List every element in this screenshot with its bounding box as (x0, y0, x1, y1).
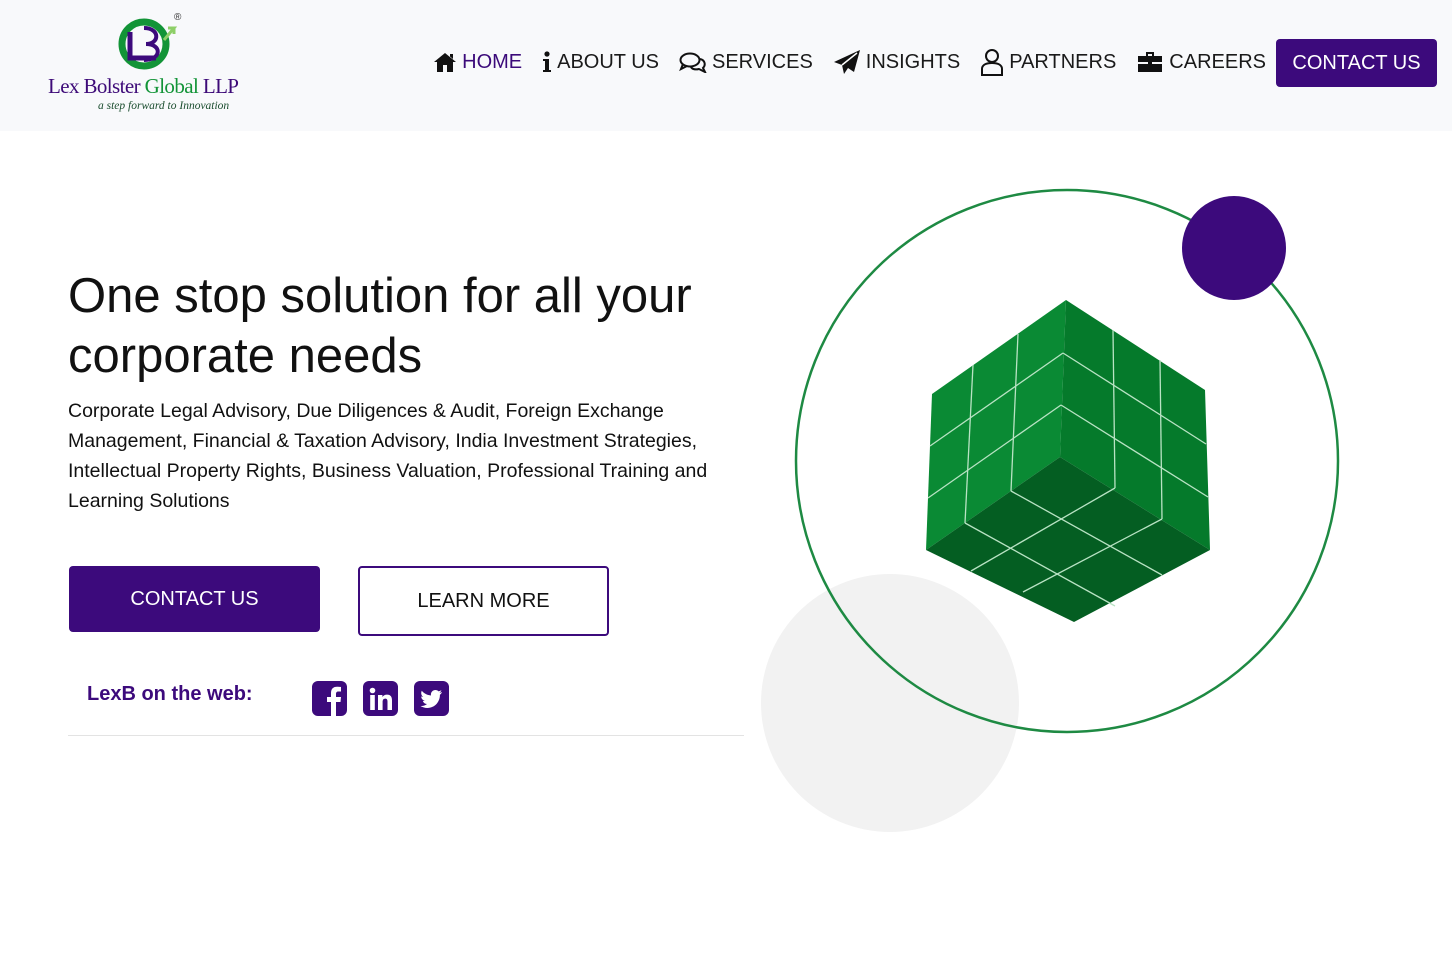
nav-item-partners[interactable]: PARTNERS (980, 48, 1116, 76)
social-label: LexB on the web: (87, 683, 253, 705)
nav-label: SERVICES (712, 50, 813, 73)
twitter-icon[interactable] (414, 681, 449, 716)
nav-label: CAREERS (1169, 50, 1266, 73)
header-contact-us-button[interactable]: CONTACT US (1276, 39, 1437, 87)
facebook-icon[interactable] (312, 681, 347, 716)
logo-tagline: a step forward to Innovation (98, 100, 230, 112)
nav-label: INSIGHTS (865, 50, 961, 73)
nav-item-careers[interactable]: CAREERS (1136, 50, 1266, 74)
company-logo[interactable]: ® Lex Bolster Global LLP a step forward … (48, 12, 248, 117)
comments-icon (679, 52, 707, 73)
hero-description: Corporate Legal Advisory, Due Diligences… (68, 400, 708, 512)
green-cube-icon (926, 300, 1210, 622)
nav-label: ABOUT US (557, 50, 659, 73)
purple-circle (1182, 196, 1286, 300)
divider (68, 735, 744, 736)
learn-more-button[interactable]: LEARN MORE (358, 566, 609, 636)
gray-blob (761, 574, 1019, 832)
briefcase-icon (1138, 52, 1163, 72)
contact-us-button[interactable]: CONTACT US (69, 566, 320, 632)
home-icon (434, 53, 457, 72)
paper-plane-icon (833, 50, 860, 74)
site-header: ® Lex Bolster Global LLP a step forward … (0, 0, 1452, 131)
lexb-logo-mark-icon (118, 18, 178, 70)
nav-label: HOME (462, 50, 523, 73)
nav-item-insights[interactable]: INSIGHTS (833, 49, 960, 75)
main-navigation: HOME ABOUT US SERVICES INSIGHTS PARTNERS… (413, 48, 1266, 76)
nav-label: PARTNERS (1009, 50, 1117, 73)
nav-item-about-us[interactable]: ABOUT US (542, 51, 659, 74)
nav-item-services[interactable]: SERVICES (679, 51, 813, 74)
hero-illustration (761, 188, 1340, 832)
info-icon (543, 51, 552, 72)
logo-wordmark: Lex Bolster Global LLP (48, 74, 239, 98)
user-icon (981, 49, 1004, 76)
linkedin-icon[interactable] (363, 681, 398, 716)
nav-item-home[interactable]: HOME (433, 51, 522, 74)
hero-title: One stop solution for all your corporate… (68, 269, 692, 383)
registered-mark: ® (174, 12, 182, 23)
